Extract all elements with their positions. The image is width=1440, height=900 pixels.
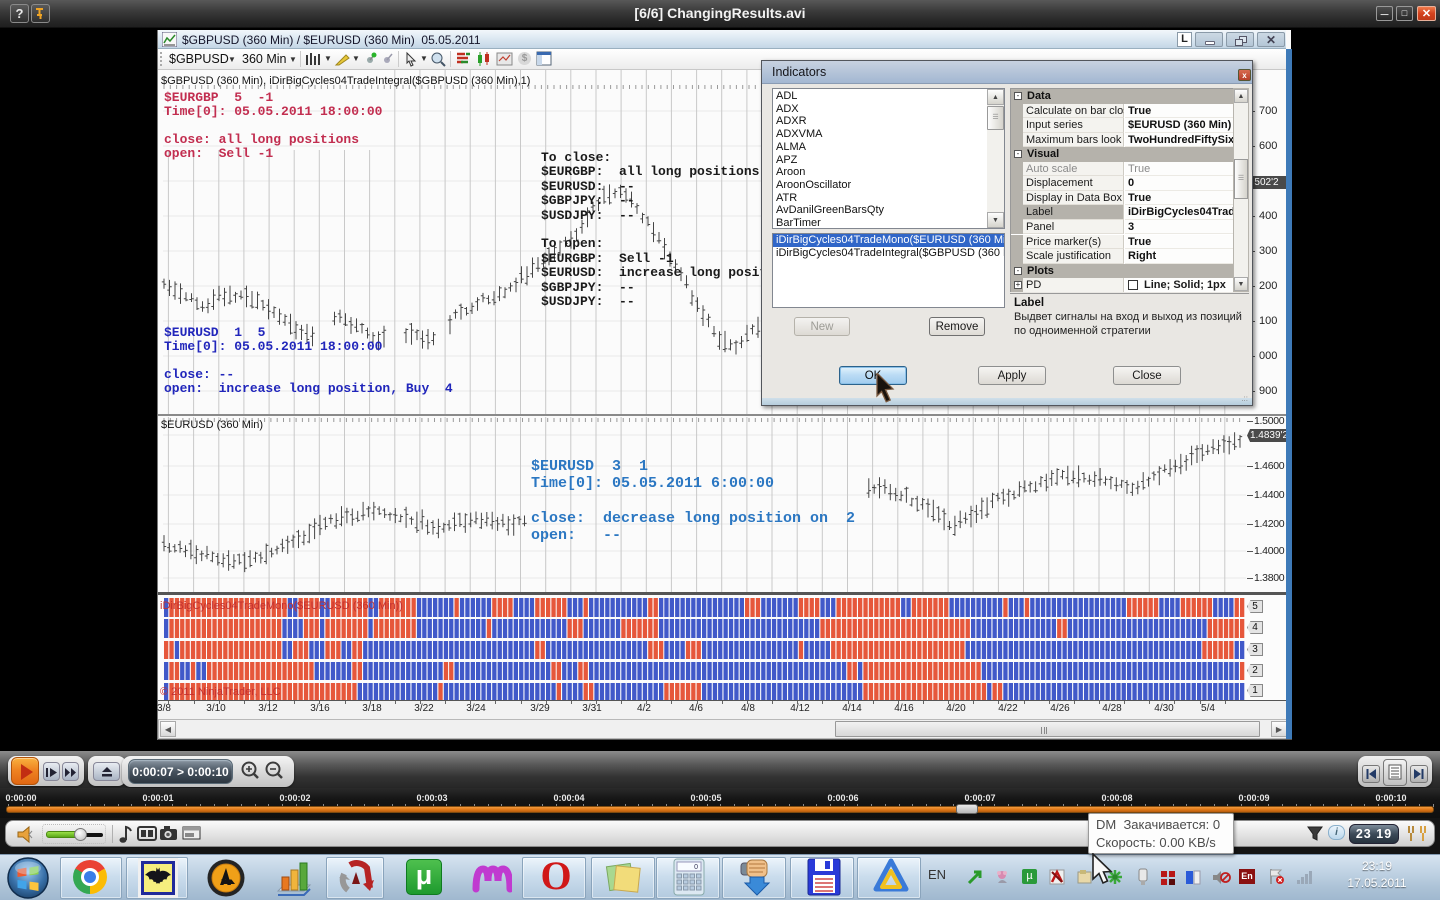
svg-text:0: 0 (694, 864, 698, 871)
